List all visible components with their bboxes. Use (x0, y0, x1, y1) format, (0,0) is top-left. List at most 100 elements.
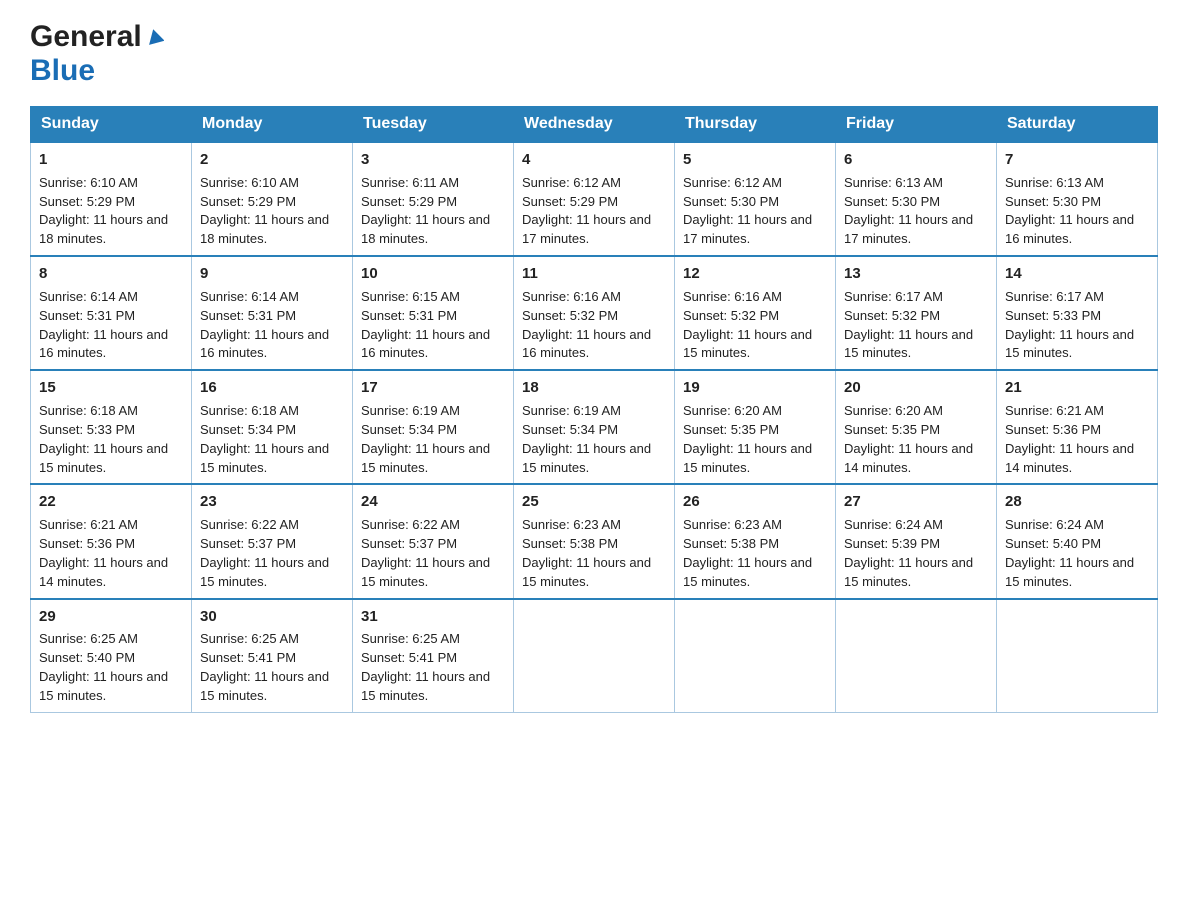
sunset-info: Sunset: 5:33 PM (39, 422, 135, 437)
daylight-info: Daylight: 11 hours and 18 minutes. (39, 212, 168, 246)
daylight-info: Daylight: 11 hours and 15 minutes. (200, 441, 329, 475)
daylight-info: Daylight: 11 hours and 14 minutes. (1005, 441, 1134, 475)
day-number: 24 (361, 491, 505, 513)
day-number: 25 (522, 491, 666, 513)
sunset-info: Sunset: 5:38 PM (522, 536, 618, 551)
sunrise-info: Sunrise: 6:16 AM (683, 289, 782, 304)
day-number: 16 (200, 377, 344, 399)
daylight-info: Daylight: 11 hours and 15 minutes. (361, 441, 490, 475)
calendar-cell: 22Sunrise: 6:21 AMSunset: 5:36 PMDayligh… (31, 484, 192, 598)
daylight-info: Daylight: 11 hours and 15 minutes. (39, 669, 168, 703)
sunset-info: Sunset: 5:41 PM (361, 650, 457, 665)
day-header-sunday: Sunday (31, 107, 192, 143)
sunrise-info: Sunrise: 6:21 AM (39, 517, 138, 532)
day-number: 13 (844, 263, 988, 285)
day-number: 8 (39, 263, 183, 285)
sunset-info: Sunset: 5:40 PM (39, 650, 135, 665)
day-number: 12 (683, 263, 827, 285)
sunrise-info: Sunrise: 6:10 AM (200, 175, 299, 190)
daylight-info: Daylight: 11 hours and 16 minutes. (522, 327, 651, 361)
sunset-info: Sunset: 5:36 PM (39, 536, 135, 551)
sunrise-info: Sunrise: 6:15 AM (361, 289, 460, 304)
calendar-cell: 11Sunrise: 6:16 AMSunset: 5:32 PMDayligh… (514, 256, 675, 370)
sunset-info: Sunset: 5:30 PM (1005, 194, 1101, 209)
day-number: 18 (522, 377, 666, 399)
day-header-saturday: Saturday (997, 107, 1158, 143)
sunset-info: Sunset: 5:30 PM (683, 194, 779, 209)
sunrise-info: Sunrise: 6:22 AM (361, 517, 460, 532)
calendar-cell: 27Sunrise: 6:24 AMSunset: 5:39 PMDayligh… (836, 484, 997, 598)
calendar-cell: 7Sunrise: 6:13 AMSunset: 5:30 PMDaylight… (997, 142, 1158, 256)
calendar-cell: 2Sunrise: 6:10 AMSunset: 5:29 PMDaylight… (192, 142, 353, 256)
day-number: 3 (361, 149, 505, 171)
calendar-cell: 16 Sunrise: 6:18 AM Sunset: 5:34 PM Dayligh… (192, 370, 353, 484)
sunset-info: Sunset: 5:36 PM (1005, 422, 1101, 437)
logo-general-text: General (30, 20, 142, 54)
sunrise-info: Sunrise: 6:19 AM (361, 403, 460, 418)
day-header-wednesday: Wednesday (514, 107, 675, 143)
calendar-cell: 20Sunrise: 6:20 AMSunset: 5:35 PMDayligh… (836, 370, 997, 484)
calendar-cell: 3Sunrise: 6:11 AMSunset: 5:29 PMDaylight… (353, 142, 514, 256)
day-number: 26 (683, 491, 827, 513)
sunrise-info: Sunrise: 6:19 AM (522, 403, 621, 418)
sunrise-info: Sunrise: 6:20 AM (844, 403, 943, 418)
sunset-info: Sunset: 5:33 PM (1005, 308, 1101, 323)
daylight-info: Daylight: 11 hours and 15 minutes. (200, 669, 329, 703)
sunrise-info: Sunrise: 6:17 AM (1005, 289, 1104, 304)
sunset-info: Sunset: 5:37 PM (200, 536, 296, 551)
sunset-info: Sunset: 5:31 PM (361, 308, 457, 323)
calendar-cell: 4Sunrise: 6:12 AMSunset: 5:29 PMDaylight… (514, 142, 675, 256)
day-number: 22 (39, 491, 183, 513)
day-number: 5 (683, 149, 827, 171)
calendar-cell: 21Sunrise: 6:21 AMSunset: 5:36 PMDayligh… (997, 370, 1158, 484)
calendar-cell: 10Sunrise: 6:15 AMSunset: 5:31 PMDayligh… (353, 256, 514, 370)
daylight-info: Daylight: 11 hours and 15 minutes. (39, 441, 168, 475)
day-number: 11 (522, 263, 666, 285)
daylight-info: Daylight: 11 hours and 15 minutes. (844, 555, 973, 589)
calendar-cell: 18Sunrise: 6:19 AMSunset: 5:34 PMDayligh… (514, 370, 675, 484)
sunrise-info: Sunrise: 6:13 AM (1005, 175, 1104, 190)
sunset-info: Sunset: 5:34 PM (200, 422, 296, 437)
daylight-info: Daylight: 11 hours and 16 minutes. (200, 327, 329, 361)
calendar-cell: 13Sunrise: 6:17 AMSunset: 5:32 PMDayligh… (836, 256, 997, 370)
sunset-info: Sunset: 5:38 PM (683, 536, 779, 551)
sunrise-info: Sunrise: 6:24 AM (844, 517, 943, 532)
logo-blue-text: Blue (30, 54, 95, 87)
sunrise-info: Sunrise: 6:18 AM (39, 403, 138, 418)
day-number: 20 (844, 377, 988, 399)
sunrise-info: Sunrise: 6:23 AM (683, 517, 782, 532)
daylight-info: Daylight: 11 hours and 15 minutes. (522, 441, 651, 475)
calendar-cell: 28Sunrise: 6:24 AMSunset: 5:40 PMDayligh… (997, 484, 1158, 598)
daylight-info: Daylight: 11 hours and 17 minutes. (522, 212, 651, 246)
sunrise-info: Sunrise: 6:11 AM (361, 175, 459, 190)
calendar-table: SundayMondayTuesdayWednesdayThursdayFrid… (30, 106, 1158, 713)
page-header: General Blue (30, 20, 1158, 88)
sunrise-info: Sunrise: 6:14 AM (39, 289, 138, 304)
sunset-info: Sunset: 5:34 PM (361, 422, 457, 437)
day-header-thursday: Thursday (675, 107, 836, 143)
sunset-info: Sunset: 5:31 PM (39, 308, 135, 323)
sunrise-info: Sunrise: 6:24 AM (1005, 517, 1104, 532)
sunrise-info: Sunrise: 6:10 AM (39, 175, 138, 190)
day-number: 14 (1005, 263, 1149, 285)
sunrise-info: Sunrise: 6:12 AM (522, 175, 621, 190)
sunset-info: Sunset: 5:35 PM (844, 422, 940, 437)
sunrise-info: Sunrise: 6:25 AM (200, 631, 299, 646)
daylight-info: Daylight: 11 hours and 15 minutes. (683, 555, 812, 589)
day-number: 1 (39, 149, 183, 171)
sunrise-info: Sunrise: 6:18 AM (200, 403, 299, 418)
sunrise-info: Sunrise: 6:16 AM (522, 289, 621, 304)
sunrise-info: Sunrise: 6:13 AM (844, 175, 943, 190)
sunset-info: Sunset: 5:29 PM (200, 194, 296, 209)
sunset-info: Sunset: 5:32 PM (844, 308, 940, 323)
sunrise-info: Sunrise: 6:17 AM (844, 289, 943, 304)
day-number: 21 (1005, 377, 1149, 399)
sunset-info: Sunset: 5:30 PM (844, 194, 940, 209)
day-number: 10 (361, 263, 505, 285)
day-number: 15 (39, 377, 183, 399)
day-number: 23 (200, 491, 344, 513)
daylight-info: Daylight: 11 hours and 15 minutes. (361, 669, 490, 703)
calendar-cell: 26 Sunrise: 6:23 AM Sunset: 5:38 PM Dayligh… (675, 484, 836, 598)
calendar-cell (836, 599, 997, 713)
week-row-3: 15 Sunrise: 6:18 AM Sunset: 5:33 PM Dayligh… (31, 370, 1158, 484)
